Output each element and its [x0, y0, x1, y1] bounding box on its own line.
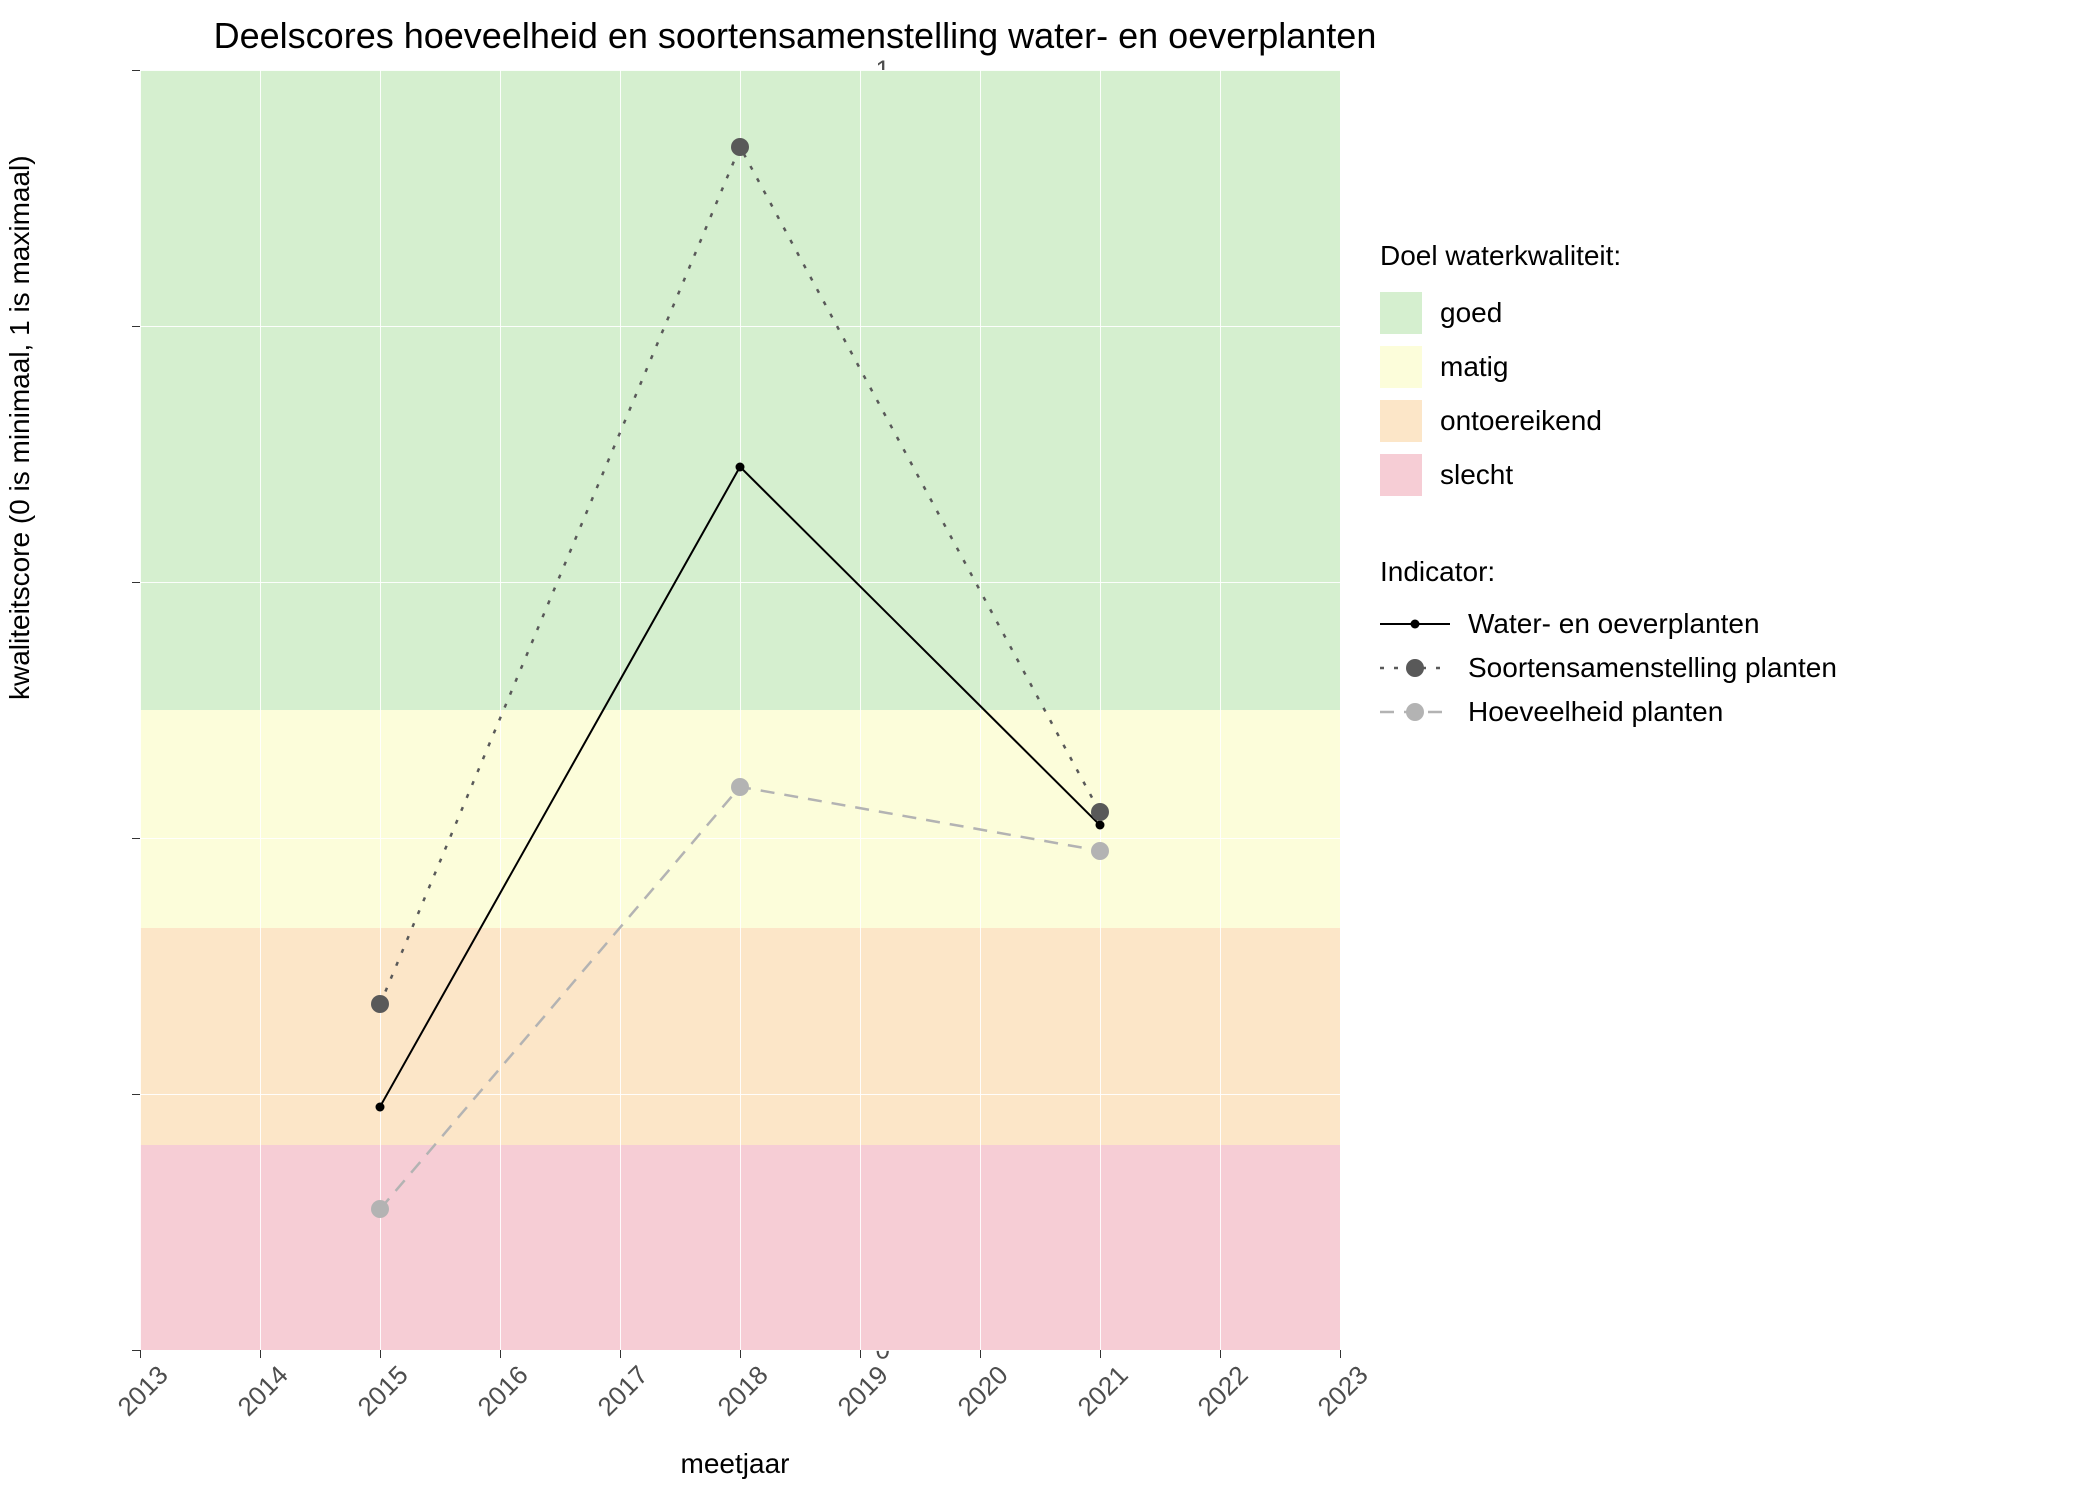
tick-mark — [500, 1350, 501, 1358]
x-tick-label: 2016 — [472, 1360, 535, 1423]
x-tick-label: 2022 — [1192, 1360, 1255, 1423]
line-sample-icon — [1380, 697, 1450, 727]
gridline-v — [1340, 70, 1341, 1350]
legend-label: Hoeveelheid planten — [1468, 696, 1723, 728]
legend-label: matig — [1440, 351, 1508, 383]
tick-mark — [132, 70, 140, 71]
chart-title: Deelscores hoeveelheid en soortensamenst… — [120, 15, 1470, 57]
tick-mark — [260, 1350, 261, 1358]
y-axis-label: kwaliteitscore (0 is minimaal, 1 is maxi… — [4, 155, 36, 700]
tick-mark — [1220, 1350, 1221, 1358]
legend-label: Water- en oeverplanten — [1468, 608, 1760, 640]
plot-area — [140, 70, 1340, 1350]
legend-item-ontoereikend: ontoereikend — [1380, 400, 2060, 442]
x-tick-label: 2023 — [1312, 1360, 1375, 1423]
tick-mark — [1100, 1350, 1101, 1358]
line-sample-icon — [1380, 609, 1450, 639]
swatch-icon — [1380, 454, 1422, 496]
data-point — [1091, 803, 1109, 821]
legend-item-hoeveelheid: Hoeveelheid planten — [1380, 696, 2060, 728]
data-point — [376, 1102, 385, 1111]
legend-quality-title: Doel waterkwaliteit: — [1380, 240, 2060, 272]
tick-mark — [740, 1350, 741, 1358]
data-point — [371, 1200, 389, 1218]
legend-label: ontoereikend — [1440, 405, 1602, 437]
tick-mark — [380, 1350, 381, 1358]
tick-mark — [132, 582, 140, 583]
legend-item-water-oever: Water- en oeverplanten — [1380, 608, 2060, 640]
legend-item-soorten: Soortensamenstelling planten — [1380, 652, 2060, 684]
x-tick-label: 2014 — [232, 1360, 295, 1423]
tick-mark — [1340, 1350, 1341, 1358]
data-point — [736, 462, 745, 471]
legend: Doel waterkwaliteit: goed matig ontoerei… — [1380, 240, 2060, 740]
data-point — [371, 995, 389, 1013]
data-point — [1096, 821, 1105, 830]
legend-label: goed — [1440, 297, 1502, 329]
swatch-icon — [1380, 292, 1422, 334]
chart-container: Deelscores hoeveelheid en soortensamenst… — [0, 0, 2100, 1500]
legend-indicators: Indicator: Water- en oeverplanten Soorte… — [1380, 556, 2060, 728]
x-tick-label: 2013 — [112, 1360, 175, 1423]
tick-mark — [620, 1350, 621, 1358]
line-sample-icon — [1380, 653, 1450, 683]
legend-item-matig: matig — [1380, 346, 2060, 388]
legend-label: slecht — [1440, 459, 1513, 491]
legend-label: Soortensamenstelling planten — [1468, 652, 1837, 684]
data-point — [1091, 842, 1109, 860]
tick-mark — [132, 1350, 140, 1351]
data-point — [731, 778, 749, 796]
legend-indicator-title: Indicator: — [1380, 556, 2060, 588]
tick-mark — [980, 1350, 981, 1358]
x-tick-label: 2018 — [712, 1360, 775, 1423]
tick-mark — [140, 1350, 141, 1358]
series-lines — [140, 70, 1340, 1350]
x-tick-label: 2015 — [352, 1360, 415, 1423]
legend-item-slecht: slecht — [1380, 454, 2060, 496]
tick-mark — [132, 1094, 140, 1095]
tick-mark — [132, 326, 140, 327]
x-tick-label: 2017 — [592, 1360, 655, 1423]
x-axis-label: meetjaar — [120, 1448, 1350, 1480]
swatch-icon — [1380, 346, 1422, 388]
tick-mark — [132, 838, 140, 839]
legend-item-goed: goed — [1380, 292, 2060, 334]
x-tick-label: 2020 — [952, 1360, 1015, 1423]
data-point — [731, 138, 749, 156]
x-tick-label: 2019 — [832, 1360, 895, 1423]
x-tick-label: 2021 — [1072, 1360, 1135, 1423]
swatch-icon — [1380, 400, 1422, 442]
tick-mark — [860, 1350, 861, 1358]
